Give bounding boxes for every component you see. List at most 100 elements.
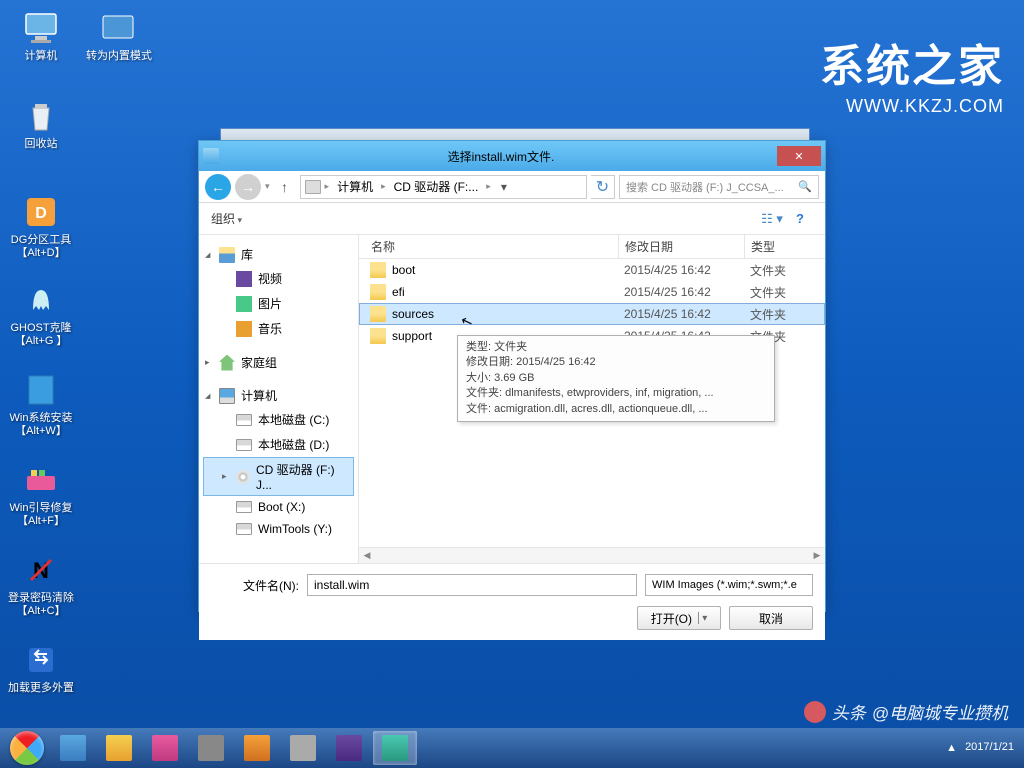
organize-button[interactable]: 组织 (211, 210, 242, 227)
desktop-icon-loadmore[interactable]: 加载更多外置 (6, 640, 76, 695)
taskbar-item[interactable] (51, 731, 95, 765)
credit-prefix: 头条 (832, 699, 866, 724)
folder-icon (370, 306, 386, 322)
taskbar-item[interactable] (327, 731, 371, 765)
window-icon (203, 148, 219, 164)
history-dropdown-icon[interactable]: ▾ (265, 181, 270, 192)
sidebar-item-music[interactable]: 音乐 (203, 316, 354, 341)
tooltip-line: 修改日期: 2015/4/25 16:42 (466, 355, 766, 370)
desktop-icon-ghost[interactable]: GHOST克隆 【Alt+G 】 (6, 280, 76, 348)
file-type: 文件夹 (744, 262, 804, 279)
sidebar-group-computer[interactable]: 计算机 (203, 384, 354, 407)
tooltip: 类型: 文件夹 修改日期: 2015/4/25 16:42 大小: 3.69 G… (457, 335, 775, 422)
sidebar-item-pictures[interactable]: 图片 (203, 291, 354, 316)
chevron-right-icon[interactable]: ▸ (325, 181, 330, 192)
file-row[interactable]: boot2015/4/25 16:42文件夹 (359, 259, 825, 281)
desktop-icon-dg[interactable]: D DG分区工具 【Alt+D】 (6, 192, 76, 260)
drive-icon (236, 439, 252, 451)
file-name: support (392, 329, 432, 343)
taskbar-item[interactable] (97, 731, 141, 765)
navbar: ← → ▾ ↑ ▸ 计算机 ▸ CD 驱动器 (F:... ▸ ▾ ↻ 搜索 C… (199, 171, 825, 203)
search-input[interactable]: 搜索 CD 驱动器 (F:) J_CCSA_... 🔍 (619, 175, 819, 199)
scroll-left-icon[interactable]: ◀ (359, 548, 375, 563)
taskbar-item[interactable] (235, 731, 279, 765)
library-icon (219, 247, 235, 263)
drive-icon (236, 523, 252, 535)
homegroup-icon (219, 355, 235, 371)
scroll-track[interactable] (375, 548, 809, 563)
desktop-icon-label: Win引导修复 【Alt+F】 (6, 502, 76, 528)
credit-label: @电脑城专业攒机 (872, 699, 1008, 724)
back-button[interactable]: ← (205, 174, 231, 200)
file-date: 2015/4/25 16:42 (618, 285, 744, 299)
breadcrumb-seg-computer[interactable]: 计算机 (333, 176, 377, 197)
taskbar-item[interactable] (143, 731, 187, 765)
sidebar-label: 家庭组 (241, 354, 277, 371)
folder-icon (370, 328, 386, 344)
filename-input[interactable] (307, 574, 637, 596)
chevron-right-icon[interactable]: ▸ (381, 181, 386, 192)
sidebar-item-drive-d[interactable]: 本地磁盘 (D:) (203, 432, 354, 457)
svg-text:D: D (35, 205, 47, 222)
column-date[interactable]: 修改日期 (619, 235, 745, 258)
sidebar-item-drive-c[interactable]: 本地磁盘 (C:) (203, 407, 354, 432)
horizontal-scrollbar[interactable]: ◀ ▶ (359, 547, 825, 563)
desktop-icon-label: 转为内置模式 (84, 50, 154, 63)
cancel-button[interactable]: 取消 (729, 606, 813, 630)
filetype-filter[interactable]: WIM Images (*.wim;*.swm;*.e (645, 574, 813, 596)
sidebar-item-drive-x[interactable]: Boot (X:) (203, 496, 354, 518)
file-name: efi (392, 285, 405, 299)
file-type: 文件夹 (744, 306, 804, 323)
toolbar: 组织 ☷ ▾ ? (199, 203, 825, 235)
help-button[interactable]: ? (787, 208, 813, 230)
sidebar-item-drive-f[interactable]: CD 驱动器 (F:) J... (203, 457, 354, 496)
column-name[interactable]: 名称 (359, 235, 619, 258)
file-row[interactable]: sources2015/4/25 16:42文件夹 (359, 303, 825, 325)
system-tray[interactable]: ▲ 2017/1/21 (946, 741, 1020, 754)
sidebar-item-video[interactable]: 视频 (203, 266, 354, 291)
breadcrumb[interactable]: ▸ 计算机 ▸ CD 驱动器 (F:... ▸ ▾ (300, 175, 587, 199)
file-row[interactable]: efi 2015/4/25 16:42文件夹 (359, 281, 825, 303)
taskbar-item[interactable] (189, 731, 233, 765)
sidebar-label: 库 (241, 246, 253, 263)
scroll-right-icon[interactable]: ▶ (809, 548, 825, 563)
sidebar-group-homegroup[interactable]: 家庭组 (203, 351, 354, 374)
search-icon[interactable]: 🔍 (798, 180, 812, 193)
sidebar-label: 视频 (258, 270, 282, 287)
app-icon (106, 735, 132, 761)
drive-icon (236, 501, 252, 513)
desktop-icon-convert[interactable]: 转为内置模式 (84, 8, 154, 63)
desktop-icon-label: 加载更多外置 (6, 682, 76, 695)
up-button[interactable]: ↑ (274, 176, 296, 198)
filter-text: WIM Images (*.wim;*.swm;*.e (652, 579, 797, 591)
desktop-icon-label: 登录密码清除 【Alt+C】 (6, 592, 76, 618)
app-icon (336, 735, 362, 761)
start-button[interactable] (4, 730, 50, 766)
tray-icon[interactable]: ▲ (946, 742, 957, 754)
open-button[interactable]: 打开(O) (637, 606, 721, 630)
tooltip-line: 类型: 文件夹 (466, 340, 766, 355)
sidebar: 库 视频 图片 音乐 家庭组 计算机 本地磁盘 (C:) 本地磁盘 (D:) (199, 235, 359, 563)
desktop-icon-pwclear[interactable]: N 登录密码清除 【Alt+C】 (6, 550, 76, 618)
sidebar-item-drive-y[interactable]: WimTools (Y:) (203, 518, 354, 540)
column-type[interactable]: 类型 (745, 235, 805, 258)
breadcrumb-dropdown[interactable]: ▾ (495, 180, 513, 194)
sidebar-group-libraries[interactable]: 库 (203, 243, 354, 266)
taskbar-item[interactable] (281, 731, 325, 765)
refresh-button[interactable]: ↻ (591, 175, 615, 199)
taskbar-item-active[interactable] (373, 731, 417, 765)
desktop-icon-wininst[interactable]: Win系统安装 【Alt+W】 (6, 370, 76, 438)
forward-button[interactable]: → (235, 174, 261, 200)
close-button[interactable]: ✕ (777, 146, 821, 166)
tray-date[interactable]: 2017/1/21 (965, 741, 1014, 754)
desktop-icon-winboot[interactable]: Win引导修复 【Alt+F】 (6, 460, 76, 528)
titlebar[interactable]: 选择install.wim文件. ✕ (199, 141, 825, 171)
breadcrumb-seg-drive[interactable]: CD 驱动器 (F:... (390, 176, 483, 197)
desktop-icon-computer[interactable]: 计算机 (6, 8, 76, 63)
file-date: 2015/4/25 16:42 (618, 307, 744, 321)
folder-icon (370, 284, 386, 300)
view-options-button[interactable]: ☷ ▾ (759, 208, 785, 230)
desktop-icon-recycle[interactable]: 回收站 (6, 96, 76, 151)
file-type: 文件夹 (744, 284, 804, 301)
chevron-right-icon[interactable]: ▸ (486, 181, 491, 192)
